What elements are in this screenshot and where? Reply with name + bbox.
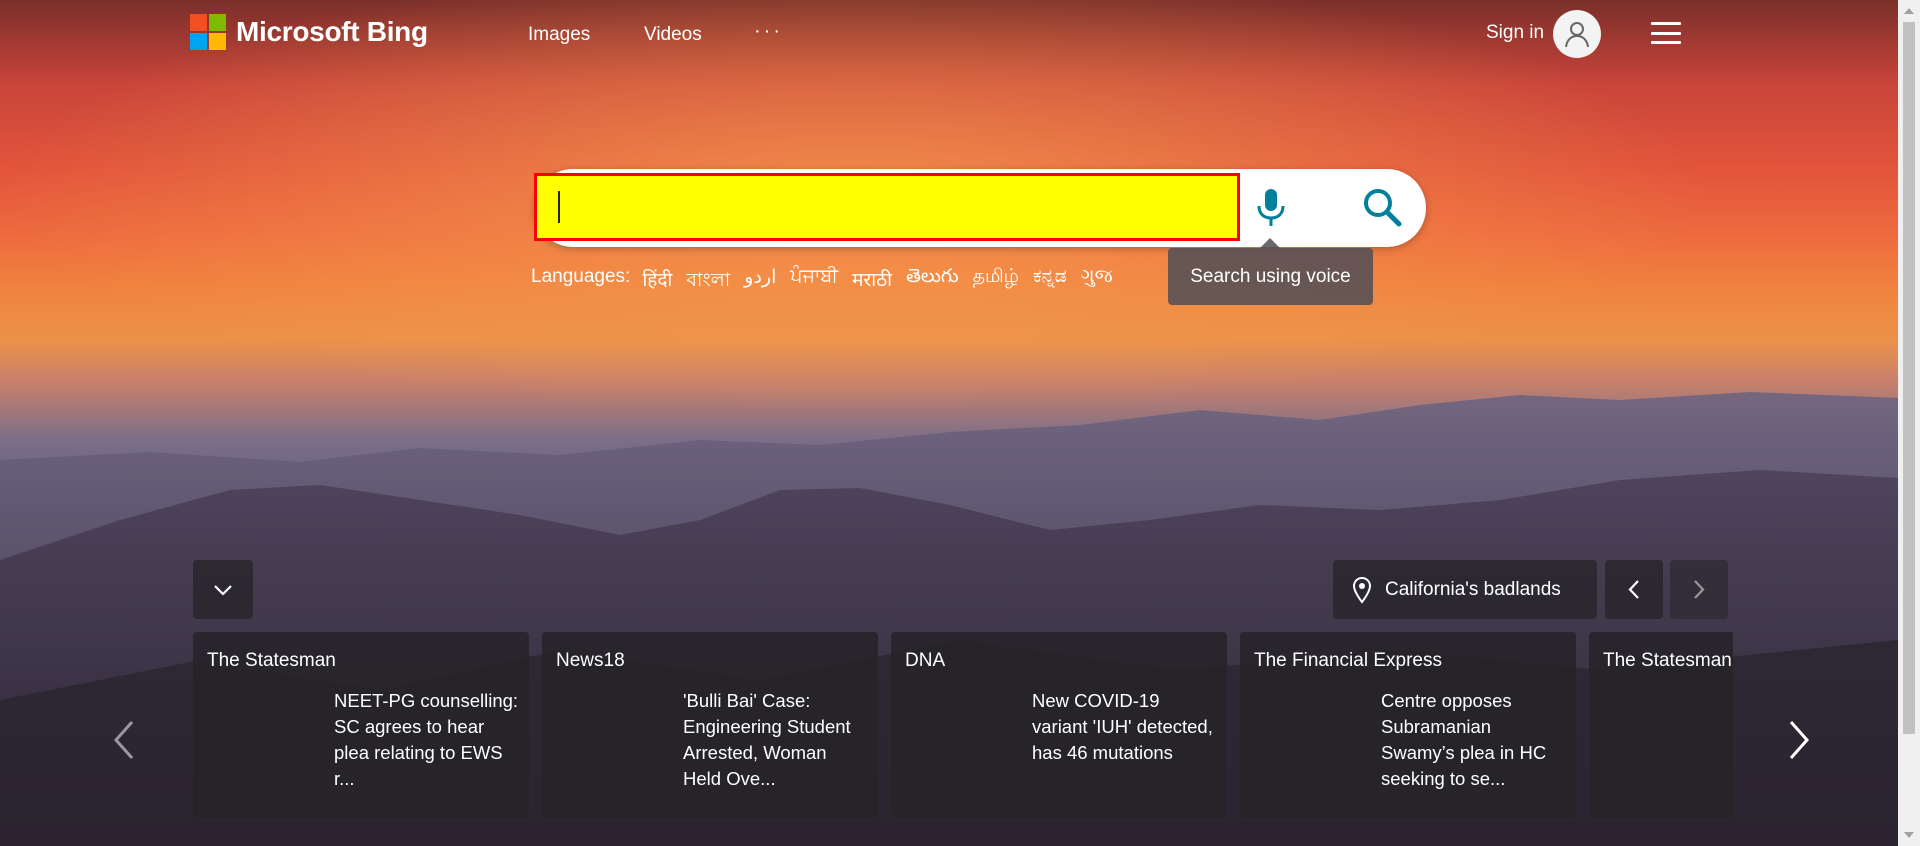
news-card[interactable]: The Statesman NEET-PG counselling: SC ag… [193,632,529,818]
news-source: The Financial Express [1254,650,1442,671]
scroll-down-arrow[interactable] [1904,832,1914,838]
image-location-button[interactable]: California's badlands [1333,560,1597,619]
language-link[interactable]: मराठी [852,266,892,298]
microphone-icon[interactable] [1254,186,1288,230]
location-label: California's badlands [1385,578,1561,600]
language-link[interactable]: தமிழ் [973,266,1019,298]
news-card[interactable]: The Statesman [1589,632,1733,818]
language-link[interactable]: ગુજ [1081,266,1113,298]
language-link[interactable]: বাংলা [686,266,730,298]
hamburger-menu-icon[interactable] [1651,22,1681,44]
page-scrollbar[interactable] [1898,0,1920,846]
bing-logo[interactable]: Microsoft Bing [190,14,428,50]
chevron-left-icon [1628,580,1639,599]
microsoft-logo-icon [190,14,226,50]
next-image-button[interactable] [1670,560,1728,619]
more-menu-button[interactable]: ··· [754,20,783,43]
news-headline[interactable]: New COVID-19 variant 'IUH' detected, has… [1032,688,1217,766]
scroll-thumb[interactable] [1903,22,1915,734]
news-source: DNA [905,650,946,671]
user-avatar-icon[interactable] [1553,10,1601,58]
news-carousel-prev[interactable] [108,718,138,762]
language-link[interactable]: తెలుగు [906,266,958,298]
top-header: Microsoft Bing Images Videos ··· Sign in [0,0,1898,70]
news-headline[interactable]: 'Bulli Bai' Case: Engineering Student Ar… [683,688,868,792]
text-cursor [558,191,560,223]
language-link[interactable]: ਪੰਜਾਬੀ [790,266,838,298]
news-source: The Statesman [1603,650,1732,671]
news-card[interactable]: The Financial Express Centre opposes Sub… [1240,632,1576,818]
chevron-right-icon [1789,721,1810,759]
news-headline[interactable]: NEET-PG counselling: SC agrees to hear p… [334,688,519,792]
nav-images-link[interactable]: Images [528,24,590,46]
languages-label: Languages: [531,266,631,287]
search-icon[interactable] [1361,186,1403,228]
search-input[interactable] [534,173,1240,241]
language-link[interactable]: اردو [744,266,776,298]
news-thumbnail [905,690,1015,800]
tooltip-text: Search using voice [1190,265,1351,287]
nav-videos-link[interactable]: Videos [644,24,702,46]
news-headline[interactable]: Centre opposes Subramanian Swamy’s plea … [1381,688,1566,792]
collapse-feed-button[interactable] [193,560,253,619]
language-bar: Languages: हिंदी বাংলা اردو ਪੰਜਾਬੀ मराठी… [531,266,1113,298]
logo-text: Microsoft Bing [236,16,428,47]
chevron-left-icon [113,721,134,759]
chevron-down-icon [214,585,232,596]
news-thumbnail [1603,690,1713,800]
previous-image-button[interactable] [1605,560,1663,619]
news-thumbnail [207,690,317,800]
signin-link[interactable]: Sign in [1486,22,1544,44]
news-thumbnail [1254,690,1364,800]
news-thumbnail [556,690,666,800]
news-carousel: The Statesman NEET-PG counselling: SC ag… [193,632,1733,818]
location-pin-icon [1352,576,1372,604]
news-card[interactable]: News18 'Bulli Bai' Case: Engineering Stu… [542,632,878,818]
chevron-right-icon [1694,580,1705,599]
news-carousel-next[interactable] [1785,718,1815,762]
voice-search-tooltip: Search using voice [1168,238,1373,305]
scroll-up-arrow[interactable] [1904,8,1914,14]
language-link[interactable]: ಕನ್ನಡ [1033,266,1067,298]
language-link[interactable]: हिंदी [642,266,672,298]
news-source: News18 [556,650,625,671]
news-card[interactable]: DNA New COVID-19 variant 'IUH' detected,… [891,632,1227,818]
news-source: The Statesman [207,650,336,671]
